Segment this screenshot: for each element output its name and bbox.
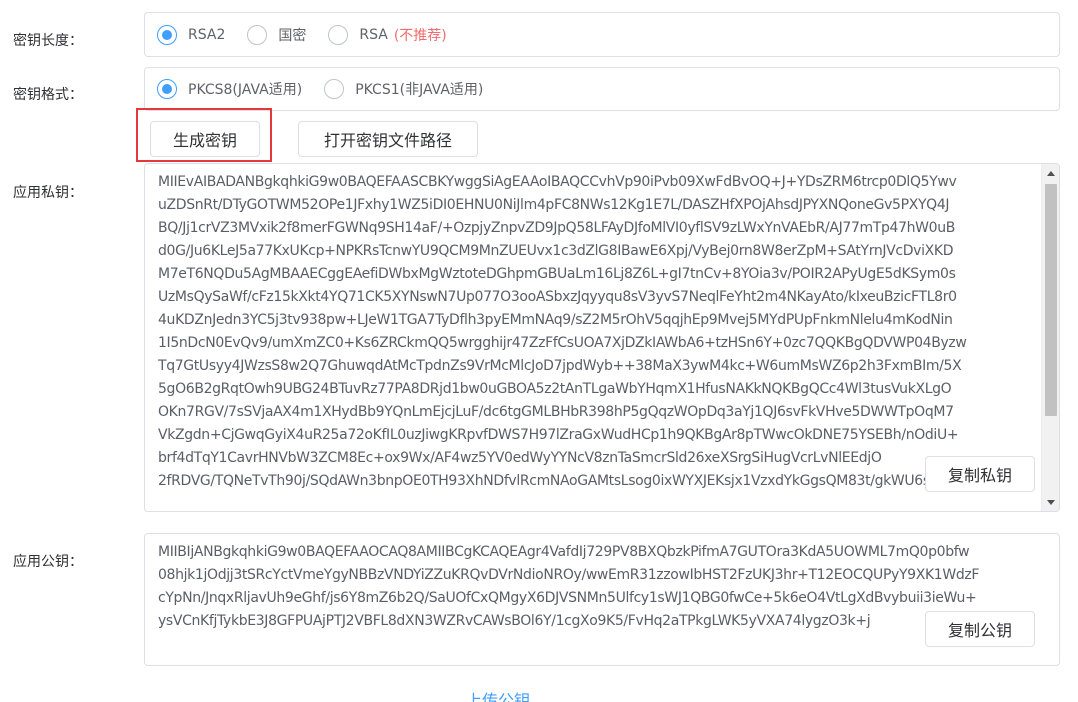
radio-pkcs8-label: PKCS8(JAVA适用) [188, 82, 303, 98]
radio-unchecked-icon [328, 24, 349, 45]
public-key-textarea[interactable]: MIIBIjANBgkqhkiG9w0BAQEFAAOCAQ8AMIIBCgKC… [144, 533, 1060, 666]
key-format-radio-group: PKCS8(JAVA适用) PKCS1(非JAVA适用) [144, 67, 1060, 111]
radio-unchecked-icon [324, 79, 345, 99]
scrollbar[interactable] [1041, 164, 1059, 511]
key-line: 2fRDVG/TQNeTvTh90j/SQdAWn3bnpOE0TH93XhND… [158, 473, 955, 489]
private-key-label: 应用私钥： [13, 185, 83, 201]
key-length-label: 密钥长度： [13, 33, 83, 49]
key-line: 5gO6B2gRqtOwh9UBG24BTuvRz77PA8DRjd1bw0uG… [158, 381, 952, 397]
key-line: M7eT6NQDu5AgMBAAECggEAefiDWbxMgWztoteDGh… [158, 266, 956, 282]
radio-rsa2-label: RSA2 [188, 26, 226, 43]
key-line: 08hjk1jOdjj3tSRcYctVmeYgyNBBzVNDYiZZuKRQ… [158, 567, 980, 583]
key-line: 4uKDZnJedn3YC5j3tv938pw+LJeW1TGA7TyDflh3… [158, 312, 953, 328]
key-length-radio-group: RSA2 国密 RSA (不推荐) [144, 12, 1060, 57]
key-line: brf4dTqY1CavrHNVbW3ZCM8Ec+ox9Wx/AF4wz5YV… [158, 450, 882, 466]
key-line: UzMsQySaWf/cFz15kXkt4YQ71CK5XYNswN7Up077… [158, 289, 957, 305]
not-recommended-warning: (不推荐) [393, 27, 447, 44]
radio-checked-icon [157, 79, 177, 99]
private-key-textarea[interactable]: MIIEvAIBADANBgkqhkiG9w0BAQEFAASCBKYwggSi… [144, 163, 1060, 512]
key-line: d0G/Ju6KLeJ5a77KxUKcp+NPKRsTcnwYU9QCM9Mn… [158, 243, 954, 259]
key-line: 1I5nDcN0EvQv9/umXmZC0+Ks6ZRCkmQQ5wrgghij… [158, 335, 967, 351]
key-line: uZDSnRt/DTyGOTWM52OPe1JFxhy1WZ5iDI0EHNU0… [158, 197, 950, 213]
radio-rsa[interactable]: RSA [328, 24, 388, 45]
radio-pkcs8[interactable]: PKCS8(JAVA适用) [157, 79, 302, 99]
scroll-up-arrow-icon[interactable] [1042, 164, 1059, 182]
copy-public-key-button[interactable]: 复制公钥 [925, 611, 1035, 647]
radio-rsa-label: RSA [359, 26, 388, 43]
upload-public-key-link[interactable]: 上传公钥 [466, 687, 530, 702]
radio-unchecked-icon [247, 24, 268, 45]
private-key-text: MIIEvAIBADANBgkqhkiG9w0BAQEFAASCBKYwggSi… [158, 171, 1038, 493]
scrollbar-thumb[interactable] [1045, 184, 1057, 416]
key-line: MIIEvAIBADANBgkqhkiG9w0BAQEFAASCBKYwggSi… [158, 174, 957, 190]
generate-key-button[interactable]: 生成密钥 [150, 121, 260, 157]
public-key-label: 应用公钥： [13, 554, 83, 570]
open-key-path-button[interactable]: 打开密钥文件路径 [298, 121, 478, 157]
radio-pkcs1-label: PKCS1(非JAVA适用) [355, 82, 484, 98]
radio-guomi[interactable]: 国密 [247, 24, 307, 45]
key-line: ysVCnKfjTykbE3J8GFPUAjPTJ2VBFL8dXN3WZRvC… [158, 613, 871, 629]
key-line: VkZgdn+CjGwqGyiX4uR25a72oKfIL0uzJiwgKRpv… [158, 427, 959, 443]
radio-guomi-label: 国密 [278, 27, 307, 44]
key-line: MIIBIjANBgkqhkiG9w0BAQEFAAOCAQ8AMIIBCgKC… [158, 544, 970, 560]
key-line: BQ/Jj1crVZ3MVxik2f8merFGWNq9SH14aF/+Ozpj… [158, 220, 955, 236]
radio-rsa2[interactable]: RSA2 [157, 24, 226, 45]
key-line: Tq7GtUsyy4JWzsS8w2Q7GhuwqdAtMcTpdnZs9VrM… [158, 358, 962, 374]
scroll-down-arrow-icon[interactable] [1042, 493, 1059, 511]
key-line: cYpNn/JnqxRljavUh9eGhf/js6Y8mZ6b2Q/SaUOf… [158, 590, 977, 606]
radio-pkcs1[interactable]: PKCS1(非JAVA适用) [324, 79, 483, 99]
key-format-label: 密钥格式： [13, 87, 83, 103]
public-key-text: MIIBIjANBgkqhkiG9w0BAQEFAAOCAQ8AMIIBCgKC… [158, 541, 1058, 633]
copy-private-key-button[interactable]: 复制私钥 [925, 456, 1035, 492]
key-line: OKn7RGV/7sSVjaAX4m1XHydBb9YQnLmEjcjLuF/d… [158, 404, 954, 420]
radio-checked-icon [157, 24, 177, 45]
